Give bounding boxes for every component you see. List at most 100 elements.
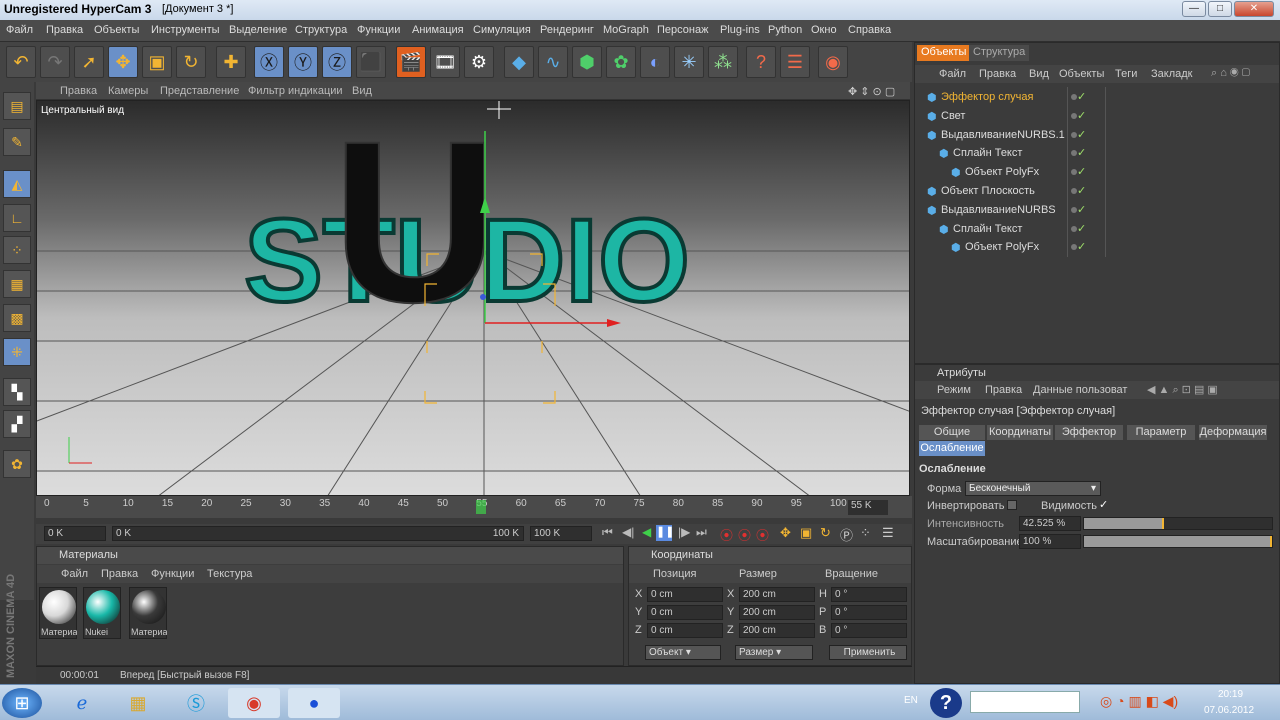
start-button[interactable]: ⊞	[2, 688, 42, 718]
explorer-icon[interactable]: ▦	[112, 688, 164, 718]
cinema4d-icon[interactable]: ●	[288, 688, 340, 718]
rotation-field[interactable]: 0 °	[831, 587, 907, 602]
menu-selection[interactable]: Выделение	[229, 24, 287, 36]
size-field[interactable]: 200 cm	[739, 605, 815, 620]
obj-menu-edit[interactable]: Правка	[979, 68, 1016, 80]
menu-file[interactable]: Файл	[6, 24, 33, 36]
invert-checkbox[interactable]	[1007, 500, 1017, 510]
record-icon[interactable]: ⦿	[720, 525, 733, 544]
undo-icon[interactable]: ↶	[6, 46, 36, 78]
viewport-nav-icon[interactable]: ✥ ⇕ ⊙ ▢	[848, 85, 895, 98]
menu-character[interactable]: Персонаж	[657, 24, 708, 36]
edges-mode-icon[interactable]: ▦	[3, 270, 31, 298]
array-icon[interactable]: ✿	[606, 46, 636, 78]
web-icon[interactable]: ◉	[818, 46, 848, 78]
menu-window[interactable]: Окно	[811, 24, 837, 36]
y-axis-icon[interactable]: Ⓨ	[288, 46, 318, 78]
model-mode-icon[interactable]: ◭	[3, 170, 31, 198]
enabled-check-icon[interactable]: ✓	[1077, 128, 1086, 141]
render-view-icon[interactable]: 🎬	[396, 46, 426, 78]
coord-size-dropdown[interactable]: Размер ▾	[735, 645, 813, 660]
material-swatch[interactable]: Материа	[39, 587, 77, 639]
vp-menu-view[interactable]: Вид	[352, 85, 372, 97]
menu-tools[interactable]: Инструменты	[151, 24, 220, 36]
checker-icon[interactable]: ▚	[3, 378, 31, 406]
enabled-check-icon[interactable]: ✓	[1077, 165, 1086, 178]
material-swatch[interactable]: Nukei	[83, 587, 121, 639]
intensity-field[interactable]: 42.525 %	[1019, 516, 1081, 531]
prev-key-icon[interactable]: ◀|	[622, 525, 634, 539]
size-field[interactable]: 200 cm	[739, 587, 815, 602]
enabled-check-icon[interactable]: ✓	[1077, 146, 1086, 159]
key-move-icon[interactable]: ✥	[780, 525, 791, 541]
menu-render[interactable]: Рендеринг	[540, 24, 594, 36]
menu-mograph[interactable]: MoGraph	[603, 24, 649, 36]
enabled-check-icon[interactable]: ✓	[1077, 90, 1086, 103]
key-rotate-icon[interactable]: ↻	[820, 525, 831, 541]
first-frame-icon[interactable]: ⏮	[602, 525, 613, 540]
enabled-check-icon[interactable]: ✓	[1077, 222, 1086, 235]
chrome-icon[interactable]: ◉	[228, 688, 280, 718]
tab-coordinates[interactable]: Координаты	[987, 425, 1053, 440]
scale-slider[interactable]	[1083, 535, 1273, 548]
object-tree-item[interactable]: ⬢ Объект PolyFx ✓	[921, 164, 1275, 182]
obj-menu-view[interactable]: Вид	[1029, 68, 1049, 80]
spline-icon[interactable]: ∿	[538, 46, 568, 78]
object-tree-item[interactable]: ⬢ Эффектор случая ✓	[921, 89, 1275, 107]
object-tree-item[interactable]: ⬢ ВыдавливаниеNURBS.1 ✓	[921, 127, 1275, 145]
position-field[interactable]: 0 cm	[647, 623, 723, 638]
menu-functions[interactable]: Функции	[357, 24, 400, 36]
menu-python[interactable]: Python	[768, 24, 802, 36]
select-arrow-icon[interactable]: ➚	[74, 46, 104, 78]
particles-icon[interactable]: ⁂	[708, 46, 738, 78]
axis-mode-icon[interactable]: ∟	[3, 204, 31, 232]
tab-structure[interactable]: Структура	[969, 45, 1030, 61]
help-icon[interactable]: ?	[930, 688, 962, 718]
vp-menu-display[interactable]: Представление	[160, 85, 239, 97]
tab-effector[interactable]: Эффектор	[1055, 425, 1123, 440]
menu-objects[interactable]: Объекты	[94, 24, 139, 36]
menu-plugins[interactable]: Plug-ins	[720, 24, 760, 36]
redo-icon[interactable]: ↷	[40, 46, 70, 78]
mat-menu-edit[interactable]: Правка	[101, 568, 138, 580]
menu-structure[interactable]: Структура	[295, 24, 347, 36]
pause-icon[interactable]: ❚❚	[656, 525, 674, 541]
coordinate-system-icon[interactable]: ⬛	[356, 46, 386, 78]
move-tool-icon[interactable]: ✥	[108, 46, 138, 78]
rotation-field[interactable]: 0 °	[831, 605, 907, 620]
rotation-field[interactable]: 0 °	[831, 623, 907, 638]
obj-menu-objects[interactable]: Объекты	[1059, 68, 1104, 80]
z-axis-icon[interactable]: Ⓩ	[322, 46, 352, 78]
tab-general[interactable]: Общие	[919, 425, 985, 440]
play-backward-icon[interactable]: ◀	[642, 525, 651, 539]
snap-icon[interactable]: ✿	[3, 450, 31, 478]
clock-time[interactable]: 20:19	[1218, 689, 1243, 700]
mat-menu-functions[interactable]: Функции	[151, 568, 194, 580]
object-tree-item[interactable]: ⬢ ВыдавливаниеNURBS ✓	[921, 202, 1275, 220]
object-tree-item[interactable]: ⬢ Объект Плоскость ✓	[921, 183, 1275, 201]
x-axis-icon[interactable]: Ⓧ	[254, 46, 284, 78]
range-slider[interactable]: 0 K 100 K	[112, 526, 524, 541]
maximize-button[interactable]: □	[1208, 1, 1232, 17]
mat-menu-file[interactable]: Файл	[61, 568, 88, 580]
rotate-tool-icon[interactable]: ↻	[176, 46, 206, 78]
menu-edit[interactable]: Правка	[46, 24, 83, 36]
obj-menu-bookmarks[interactable]: Закладк	[1151, 68, 1192, 80]
3d-viewport[interactable]: STUDIO U Центральный вид	[36, 100, 910, 496]
tray-app-icon[interactable]: ◎ ◔ ▥ ◧ ◀)	[1100, 693, 1178, 710]
tab-deformation[interactable]: Деформация	[1199, 425, 1267, 440]
render-settings-icon[interactable]: ⚙	[464, 46, 494, 78]
scale-field[interactable]: 100 %	[1019, 534, 1081, 549]
mat-menu-texture[interactable]: Текстура	[207, 568, 252, 580]
ie-icon[interactable]: ℯ	[56, 688, 108, 718]
intensity-slider[interactable]	[1083, 517, 1273, 530]
obj-menu-file[interactable]: Файл	[939, 68, 966, 80]
enabled-check-icon[interactable]: ✓	[1077, 184, 1086, 197]
next-key-icon[interactable]: |▶	[678, 525, 690, 539]
key-pla-icon[interactable]: ⁘	[860, 525, 871, 541]
environment-icon[interactable]: ✳	[674, 46, 704, 78]
script-icon[interactable]: ☰	[780, 46, 810, 78]
tab-falloff[interactable]: Ослабление	[919, 441, 985, 456]
object-tree-item[interactable]: ⬢ Сплайн Текст ✓	[921, 221, 1275, 239]
timeline-menu-icon[interactable]: ☰	[882, 525, 894, 541]
